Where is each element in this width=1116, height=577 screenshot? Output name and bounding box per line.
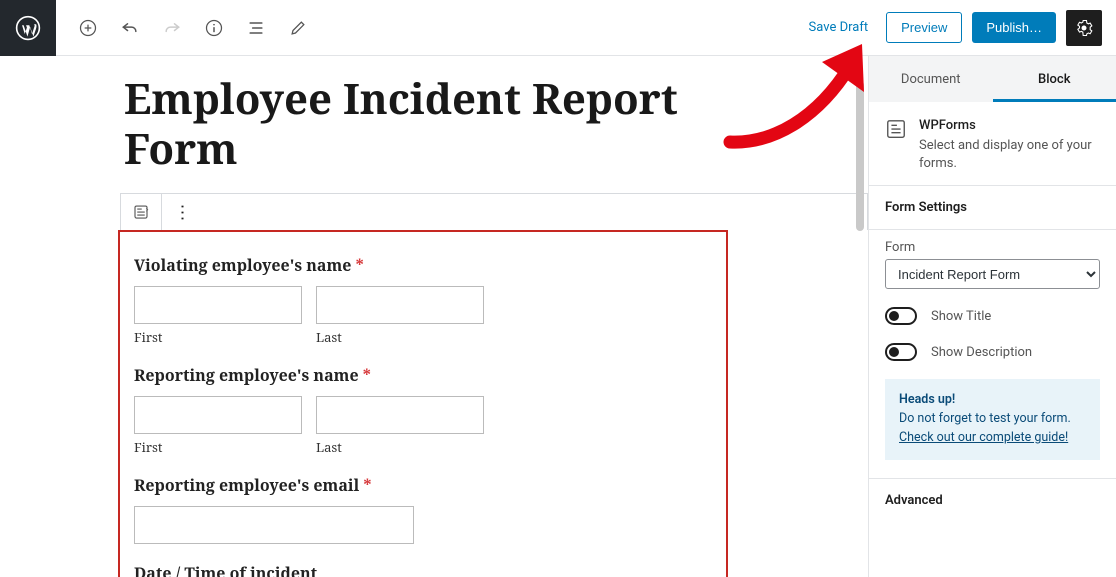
form-settings-heading[interactable]: Form Settings [869,186,1116,230]
show-desc-label: Show Description [931,345,1032,360]
block-toolbar: ⋯ [120,193,868,230]
field-label: Reporting employee's email * [134,474,712,496]
preview-button[interactable]: Preview [886,12,962,43]
info-button[interactable] [202,16,226,40]
sub-label-last: Last [316,328,484,346]
required-asterisk: * [363,474,371,496]
notice-guide-link[interactable]: Check out our complete guide! [899,430,1068,445]
wordpress-icon [15,15,41,41]
sidebar-tabs: Document Block [869,56,1116,102]
wordpress-logo[interactable] [0,0,56,56]
advanced-heading[interactable]: Advanced [869,479,1116,522]
show-description-toggle[interactable] [885,343,917,361]
form-select-label: Form [885,240,1100,255]
editor-topbar: Save Draft Preview Publish… [0,0,1116,56]
tab-block[interactable]: Block [993,56,1116,102]
reporting-name-field: Reporting employee's name * First Last [134,364,712,456]
block-more-button[interactable]: ⋯ [161,194,201,230]
violating-first-input[interactable] [134,286,302,324]
tab-document[interactable]: Document [869,56,993,102]
reporting-first-input[interactable] [134,396,302,434]
publish-button[interactable]: Publish… [972,12,1056,43]
sub-label-last: Last [316,438,484,456]
violating-last-input[interactable] [316,286,484,324]
save-draft-button[interactable]: Save Draft [801,14,877,41]
undo-button[interactable] [118,16,142,40]
edit-button[interactable] [286,16,310,40]
redo-button[interactable] [160,16,184,40]
heads-up-notice: Heads up! Do not forget to test your for… [885,379,1100,459]
field-label: Date / Time of incident [134,562,712,577]
page-title[interactable]: Employee Incident Report Form [124,74,774,175]
block-info-panel: WPForms Select and display one of your f… [869,102,1116,186]
show-title-label: Show Title [931,309,991,324]
block-info-desc: Select and display one of your forms. [919,137,1100,173]
sub-label-first: First [134,328,302,346]
outline-button[interactable] [244,16,268,40]
required-asterisk: * [363,364,371,386]
settings-sidebar: Document Block WPForms Select and displa… [868,56,1116,577]
violating-name-field: Violating employee's name * First Last [134,254,712,346]
form-block[interactable]: Violating employee's name * First Last R… [118,230,728,577]
field-label: Violating employee's name * [134,254,712,276]
wpforms-icon [885,118,907,140]
settings-button[interactable] [1066,10,1102,46]
notice-title: Heads up! [899,391,1086,410]
block-info-title: WPForms [919,118,1100,133]
toolbar-left [76,16,310,40]
field-label: Reporting employee's name * [134,364,712,386]
show-desc-row: Show Description [885,343,1100,361]
add-block-button[interactable] [76,16,100,40]
sub-label-first: First [134,438,302,456]
reporting-email-input[interactable] [134,506,414,544]
reporting-email-field: Reporting employee's email * [134,474,712,544]
datetime-field: Date / Time of incident [134,562,712,577]
block-type-button[interactable] [121,194,161,230]
form-icon [132,203,150,221]
reporting-last-input[interactable] [316,396,484,434]
scrollbar-thumb[interactable] [856,81,864,231]
form-settings-body: Form Incident Report Form Show Title Sho… [869,230,1116,478]
notice-body: Do not forget to test your form. [899,410,1086,429]
show-title-toggle[interactable] [885,307,917,325]
editor-area: Employee Incident Report Form ⋯ Violatin… [0,56,868,577]
form-select[interactable]: Incident Report Form [885,259,1100,289]
show-title-row: Show Title [885,307,1100,325]
toolbar-right: Save Draft Preview Publish… [801,10,1102,46]
required-asterisk: * [356,254,364,276]
gear-icon [1074,18,1094,38]
